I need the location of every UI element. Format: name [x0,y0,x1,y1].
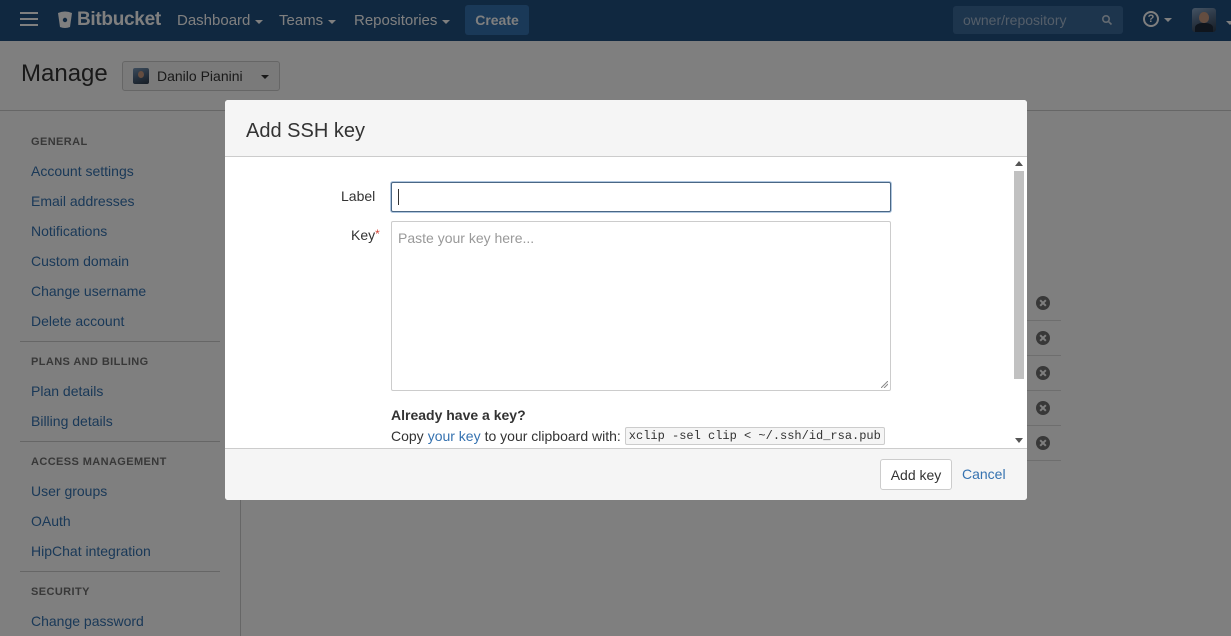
your-key-link[interactable]: your key [428,428,481,444]
label-field-label: Label [341,188,376,204]
text-cursor [398,189,399,205]
scroll-down-icon[interactable] [1015,438,1023,443]
copy-instructions: Copy your key to your clipboard with: xc… [391,427,885,445]
dialog-title: Add SSH key [246,120,365,142]
dialog-header: Add SSH key [225,100,1027,157]
copy-suffix: to your clipboard with: [484,428,621,444]
scroll-up-icon[interactable] [1015,161,1023,166]
add-key-button[interactable]: Add key [880,459,952,490]
key-field-label: Key* [351,227,380,243]
already-have-key-heading: Already have a key? [391,407,526,423]
resize-handle-icon[interactable] [881,381,888,388]
key-field-label-text: Key [351,227,376,243]
scrollbar-thumb[interactable] [1014,171,1024,379]
required-marker: * [375,227,380,241]
label-input[interactable] [391,182,891,212]
key-textarea[interactable]: Paste your key here... [391,221,891,391]
dialog-body: Label Key* Paste your key here... Alread… [225,157,1027,448]
key-placeholder: Paste your key here... [398,230,535,246]
dialog-scrollbar[interactable] [1012,157,1025,448]
add-ssh-key-dialog: Add SSH key Label Key* Paste your key he… [225,100,1027,500]
cancel-link[interactable]: Cancel [962,466,1006,482]
copy-command: xclip -sel clip < ~/.ssh/id_rsa.pub [624,427,885,445]
dialog-footer: Add key Cancel [225,448,1027,500]
copy-prefix: Copy [391,428,424,444]
